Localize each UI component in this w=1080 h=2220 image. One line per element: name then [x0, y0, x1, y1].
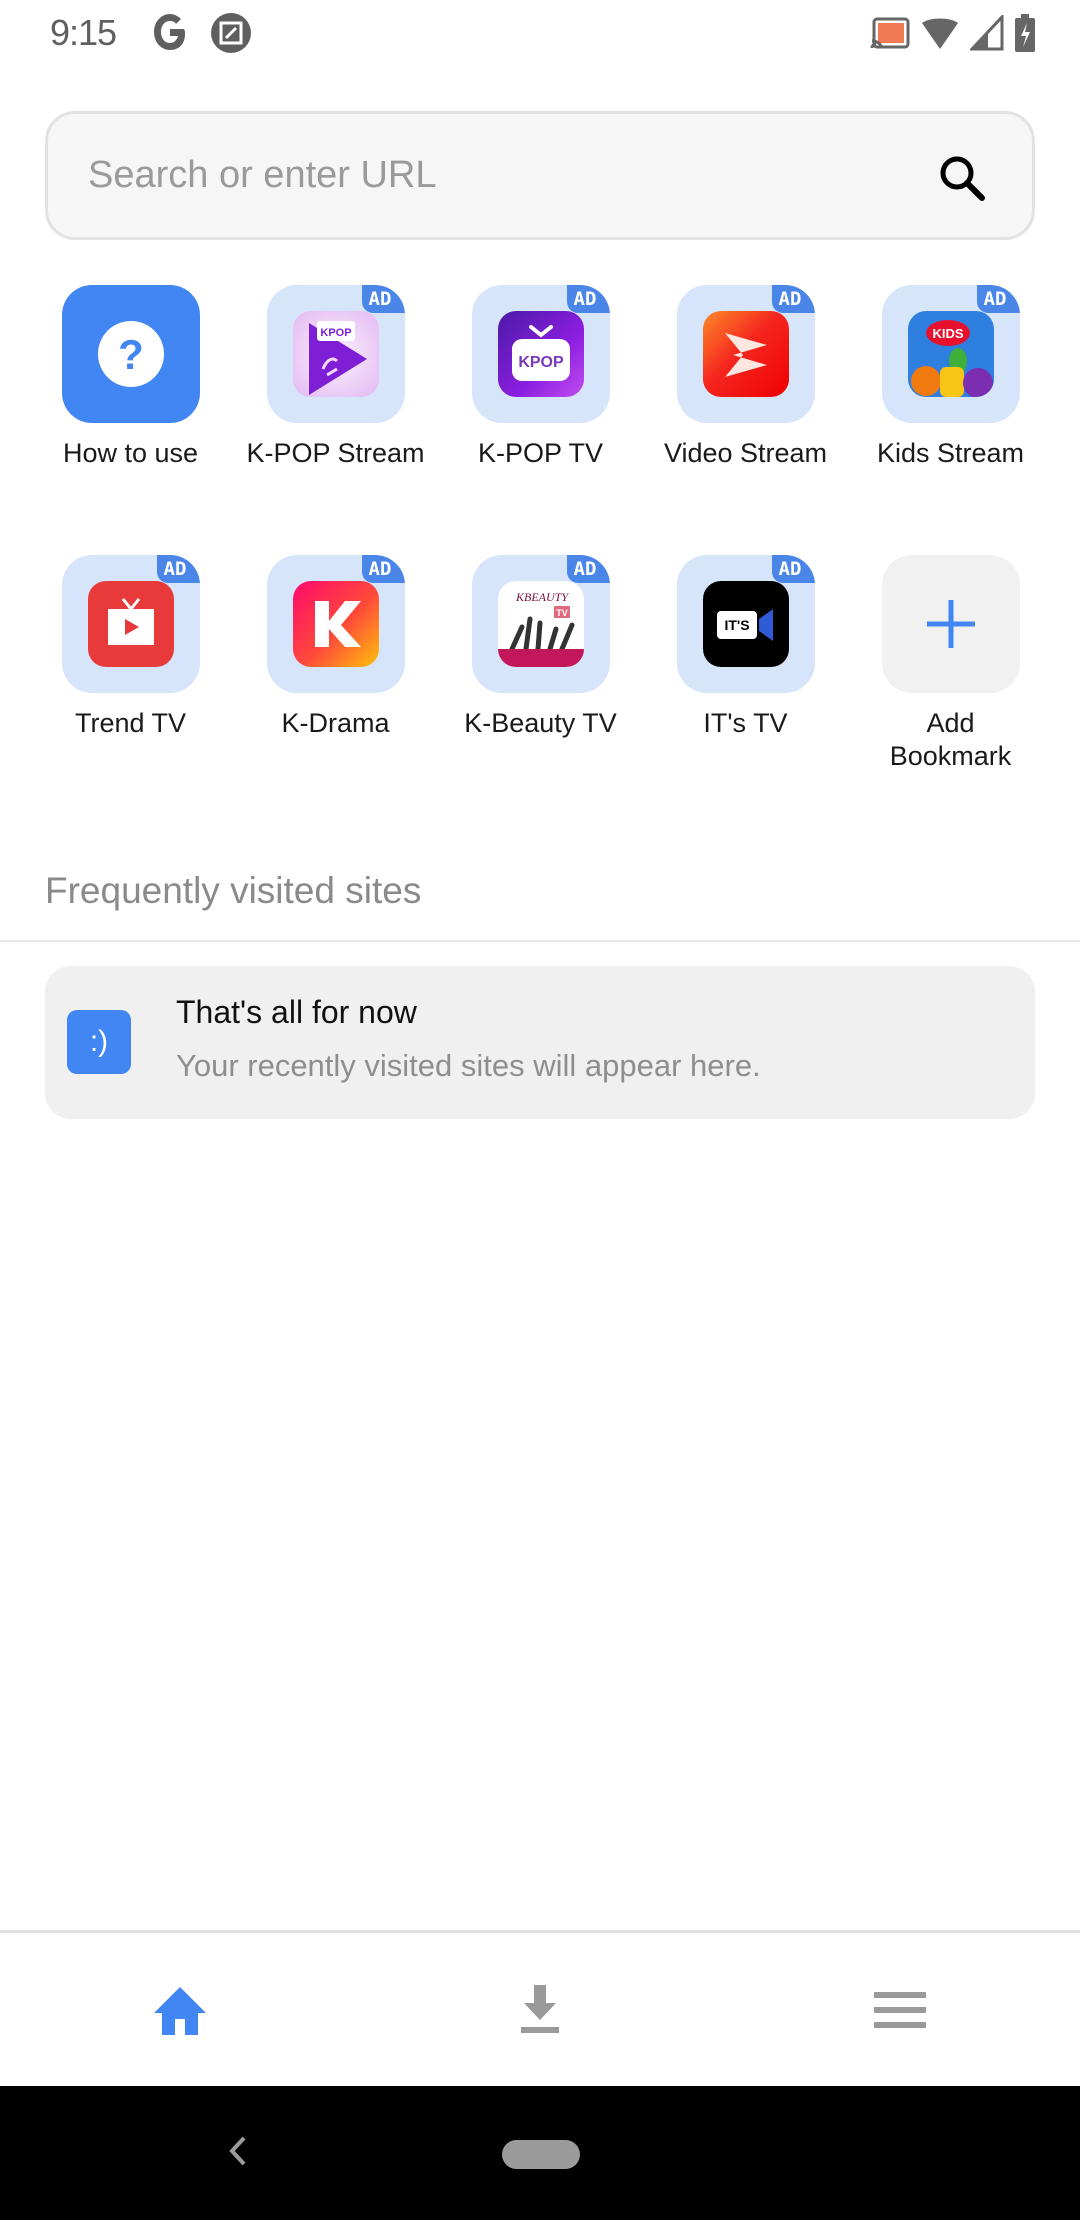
tile-label: Add Bookmark	[889, 708, 1012, 771]
k-drama-app-icon	[292, 581, 379, 667]
back-icon[interactable]	[222, 2126, 252, 2176]
google-g-icon	[154, 14, 185, 50]
nav-menu-button[interactable]	[720, 1933, 1080, 2086]
tile-label: Kids Stream	[876, 438, 1025, 468]
system-home-pill[interactable]	[502, 2140, 580, 2169]
plus-icon	[926, 600, 975, 648]
empty-state-subtitle: Your recently visited sites will appear …	[176, 1048, 761, 1083]
tile-icon-box[interactable]	[881, 555, 1020, 693]
tile-icon-box[interactable]: AD	[266, 555, 405, 693]
tile-icon-box[interactable]: KBEAUTY TV AD	[471, 555, 610, 693]
empty-state-card: :) That's all for now Your recently visi…	[45, 966, 1035, 1119]
shortcut-kpop-tv[interactable]: KPOP AD K-POP TV	[438, 285, 643, 470]
tile-icon-box[interactable]: KPOP AD	[266, 285, 405, 423]
screenshot-edit-icon	[211, 13, 251, 53]
search-bar[interactable]	[45, 111, 1035, 240]
ad-badge: AD	[566, 555, 610, 583]
kpop-stream-icon-text: KPOP	[320, 327, 351, 339]
menu-icon	[874, 1991, 926, 2028]
frequent-sites-title: Frequently visited sites	[45, 870, 422, 911]
tile-label: K-Beauty TV	[464, 708, 617, 738]
ad-badge: AD	[771, 555, 815, 583]
tile-label: K-POP Stream	[246, 438, 425, 468]
tile-icon-box[interactable]: KPOP AD	[471, 285, 610, 423]
video-stream-app-icon	[702, 311, 789, 397]
battery-charging-icon	[1015, 14, 1035, 52]
kids-icon-text: KIDS	[932, 326, 963, 341]
ad-badge: AD	[361, 555, 405, 583]
tile-icon-box[interactable]: IT'S AD	[676, 555, 815, 693]
ad-badge: AD	[361, 285, 405, 313]
ad-badge: AD	[156, 555, 200, 583]
shortcut-k-drama[interactable]: AD K-Drama	[233, 555, 438, 740]
its-icon-text: IT'S	[724, 617, 749, 633]
tile-label: Trend TV	[74, 708, 187, 738]
tile-label: How to use	[62, 438, 199, 468]
search-icon[interactable]	[936, 152, 988, 204]
kpop-tv-app-icon: KPOP	[497, 311, 584, 397]
k-beauty-tv-app-icon: KBEAUTY TV	[497, 581, 584, 667]
nav-downloads-button[interactable]	[360, 1933, 720, 2086]
add-bookmark-button[interactable]: Add Bookmark	[848, 555, 1053, 773]
shortcut-k-beauty-tv[interactable]: KBEAUTY TV AD K-Beauty TV	[438, 555, 643, 740]
bottom-nav	[0, 1933, 1080, 2086]
kpop-tv-icon-text: KPOP	[518, 354, 564, 371]
status-bar: 9:15	[0, 0, 1080, 66]
shortcut-trend-tv[interactable]: AD Trend TV	[28, 555, 233, 740]
home-icon	[154, 1986, 206, 2035]
svg-text:?: ?	[118, 331, 144, 378]
tile-label: K-POP TV	[477, 438, 604, 468]
ad-badge: AD	[976, 285, 1020, 313]
section-divider	[0, 940, 1080, 942]
tile-label: K-Drama	[281, 708, 390, 738]
tile-icon-box[interactable]: AD	[676, 285, 815, 423]
kbeauty-tv-text: TV	[556, 608, 568, 618]
download-icon	[521, 1984, 559, 2033]
empty-state-title: That's all for now	[176, 994, 417, 1030]
ad-badge: AD	[566, 285, 610, 313]
nav-home-button[interactable]	[0, 1933, 360, 2086]
search-input[interactable]	[88, 114, 888, 237]
smile-icon: :)	[67, 1010, 131, 1074]
help-icon: ?	[97, 321, 164, 387]
cast-icon	[870, 17, 910, 49]
tile-icon-box[interactable]: KIDS AD	[881, 285, 1020, 423]
tile-icon-box[interactable]: AD	[61, 555, 200, 693]
kbeauty-icon-text: KBEAUTY	[514, 590, 568, 604]
cell-signal-icon	[970, 15, 1004, 51]
its-tv-app-icon: IT'S	[702, 581, 789, 667]
shortcut-video-stream[interactable]: AD Video Stream	[643, 285, 848, 470]
tile-icon-box[interactable]: ?	[61, 285, 200, 423]
kpop-stream-app-icon: KPOP	[292, 311, 379, 397]
tile-label: Video Stream	[663, 438, 828, 468]
ad-badge: AD	[771, 285, 815, 313]
shortcut-its-tv[interactable]: IT'S AD IT's TV	[643, 555, 848, 740]
shortcut-how-to-use[interactable]: ? How to use	[28, 285, 233, 470]
system-nav-bar	[0, 2086, 1080, 2220]
shortcut-kpop-stream[interactable]: KPOP AD K-POP Stream	[233, 285, 438, 470]
status-time: 9:15	[50, 12, 117, 53]
trend-tv-app-icon	[87, 581, 174, 667]
shortcut-kids-stream[interactable]: KIDS AD Kids Stream	[848, 285, 1053, 470]
kids-stream-app-icon: KIDS	[907, 311, 994, 397]
wifi-icon	[922, 18, 958, 49]
tile-label: IT's TV	[703, 708, 788, 738]
